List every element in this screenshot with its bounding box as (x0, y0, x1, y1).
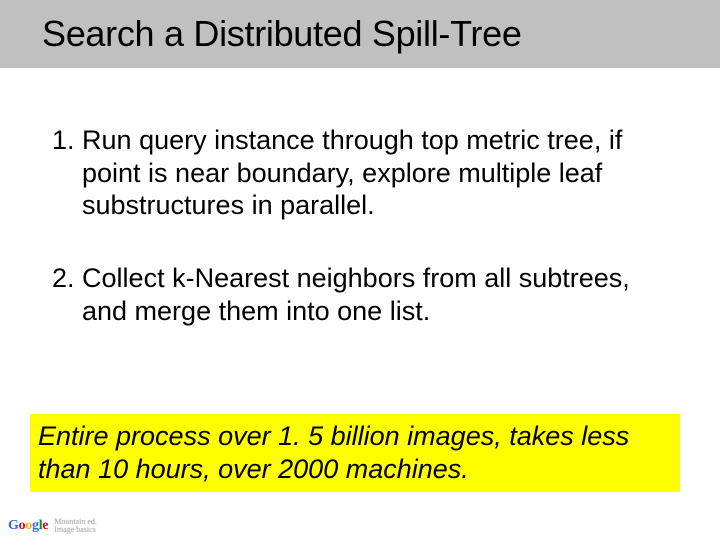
point-text: Run query instance through top metric tr… (82, 125, 622, 221)
bullet-point-2: 2. Collect k-Nearest neighbors from all … (52, 262, 668, 328)
point-number: 1. (52, 125, 75, 155)
logo-letter: e (42, 518, 48, 533)
slide-body: 1. Run query instance through top metric… (0, 68, 720, 329)
slide-title: Search a Distributed Spill-Tree (0, 0, 720, 68)
slide: Search a Distributed Spill-Tree 1. Run q… (0, 0, 720, 540)
point-text: Collect k-Nearest neighbors from all sub… (82, 263, 630, 326)
logo-letter: G (8, 518, 19, 533)
bullet-point-1: 1. Run query instance through top metric… (52, 124, 668, 223)
point-number: 2. (52, 263, 75, 293)
highlight-note: Entire process over 1. 5 billion images,… (30, 414, 680, 492)
logo-letter: o (25, 518, 32, 533)
logo-subtext: Mountain ed. Image basics (54, 518, 97, 534)
google-logo: Google Mountain ed. Image basics (8, 518, 97, 534)
logo-letter: g (32, 518, 39, 533)
logo-sub-line: Image basics (54, 526, 97, 534)
logo-word: Google (8, 518, 48, 534)
